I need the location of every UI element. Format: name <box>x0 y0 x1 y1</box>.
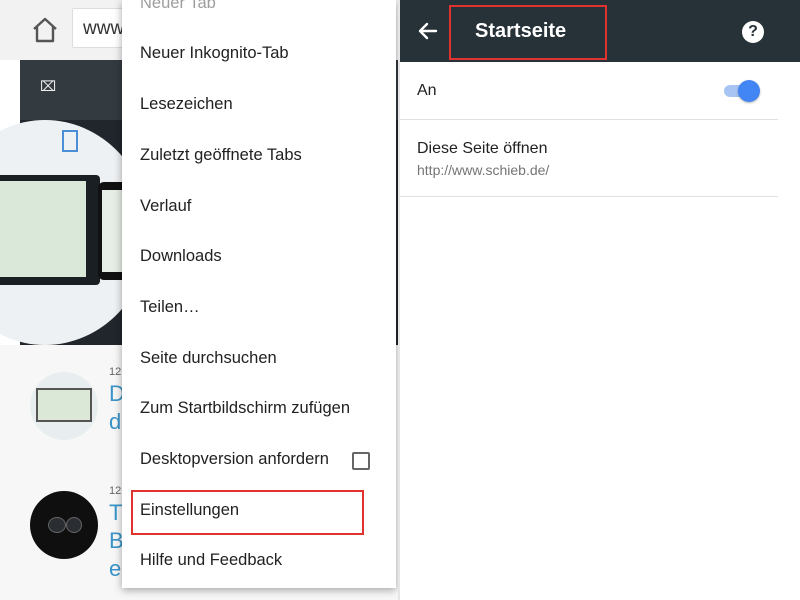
menu-item-label: Zum Startbildschirm zufügen <box>140 399 350 417</box>
homepage-url: http://www.schieb.de/ <box>417 162 550 178</box>
toggle-label: An <box>417 82 437 99</box>
article-date: 12 <box>109 366 122 378</box>
article-thumbnail <box>30 372 98 440</box>
menu-glyph-icon[interactable]: ⌧ <box>40 78 56 95</box>
menu-item-label: Verlauf <box>140 197 192 215</box>
open-page-label: Diese Seite öffnen <box>417 140 548 157</box>
menu-item-label: Teilen… <box>140 298 200 316</box>
browser-panel: www. ⌧ 12 D de 12 Ti Bi ei Neuer Tab Neu… <box>0 0 400 600</box>
menu-item-history[interactable]: Verlauf <box>122 183 396 233</box>
menu-item-help-feedback[interactable]: Hilfe und Feedback <box>122 537 396 587</box>
homepage-toggle-row[interactable]: An <box>400 62 778 120</box>
menu-item-add-to-home[interactable]: Zum Startbildschirm zufügen <box>122 385 396 435</box>
menu-item-label: Hilfe und Feedback <box>140 551 283 569</box>
article-date: 12 <box>109 485 122 497</box>
laptop-illustration <box>0 175 100 285</box>
menu-item-find-in-page[interactable]: Seite durchsuchen <box>122 335 396 385</box>
menu-item-bookmarks[interactable]: Lesezeichen <box>122 81 396 131</box>
hourglass-icon <box>62 130 78 152</box>
homepage-toggle[interactable] <box>724 80 760 102</box>
menu-item-desktop-site[interactable]: Desktopversion anfordern <box>122 436 396 486</box>
open-page-row[interactable]: Diese Seite öffnen http://www.schieb.de/ <box>400 120 778 197</box>
settings-highlight-box <box>131 490 364 535</box>
back-arrow-icon[interactable] <box>414 17 442 45</box>
app-bar: Startseite ? <box>400 0 800 62</box>
menu-item-share[interactable]: Teilen… <box>122 284 396 334</box>
menu-item-label: Zuletzt geöffnete Tabs <box>140 146 302 164</box>
menu-item-downloads[interactable]: Downloads <box>122 233 396 283</box>
menu-item-recent-tabs[interactable]: Zuletzt geöffnete Tabs <box>122 132 396 182</box>
menu-item-label: Neuer Tab <box>140 0 216 12</box>
menu-item-label: Lesezeichen <box>140 95 233 113</box>
menu-item-label: Downloads <box>140 247 222 265</box>
settings-panel: Startseite ? An Diese Seite öffnen http:… <box>400 0 800 600</box>
menu-item-incognito-tab[interactable]: Neuer Inkognito-Tab <box>122 30 396 80</box>
article-thumbnail <box>30 491 98 559</box>
menu-item-label: Desktopversion anfordern <box>140 450 329 468</box>
home-icon[interactable] <box>30 16 60 44</box>
help-icon[interactable]: ? <box>742 21 764 43</box>
page-title: Startseite <box>475 20 567 42</box>
desktop-site-checkbox[interactable] <box>352 452 370 470</box>
menu-item-label: Neuer Inkognito-Tab <box>140 44 289 62</box>
menu-item-label: Seite durchsuchen <box>140 349 277 367</box>
